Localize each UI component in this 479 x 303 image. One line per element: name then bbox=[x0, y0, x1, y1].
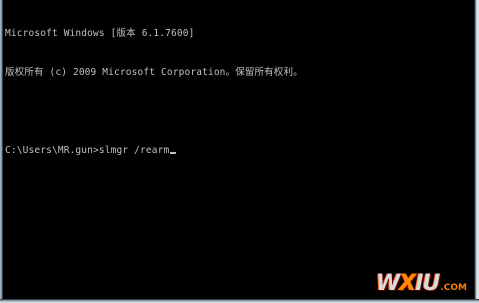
text-cursor bbox=[170, 152, 177, 154]
console-line-copyright: 版权所有 (c) 2009 Microsoft Corporation。保留所有… bbox=[5, 67, 303, 78]
watermark-domain-suffix: .COM bbox=[440, 283, 467, 293]
console-line-version: Microsoft Windows [版本 6.1.7600] bbox=[5, 28, 195, 39]
console-line-blank bbox=[5, 105, 465, 118]
window-border-bottom[interactable] bbox=[0, 299, 479, 303]
command-input[interactable]: slmgr /rearm bbox=[99, 145, 169, 156]
prompt-path: C:\Users\MR.gun> bbox=[5, 145, 99, 156]
console-window: Microsoft Windows [版本 6.1.7600] 版权所有 (c)… bbox=[0, 0, 479, 303]
window-border-right[interactable] bbox=[474, 0, 479, 303]
watermark-letters-iu: IU bbox=[415, 271, 440, 296]
watermark-logo-text: WXIU bbox=[376, 271, 440, 296]
watermark-letter-w: W bbox=[376, 271, 400, 296]
console-output[interactable]: Microsoft Windows [版本 6.1.7600] 版权所有 (c)… bbox=[5, 1, 465, 293]
site-watermark-logo: WXIU .COM bbox=[376, 271, 467, 295]
window-border-left bbox=[0, 0, 3, 303]
command-prompt-line[interactable]: C:\Users\MR.gun>slmgr /rearm bbox=[5, 144, 465, 157]
watermark-letter-x: X bbox=[399, 271, 416, 296]
